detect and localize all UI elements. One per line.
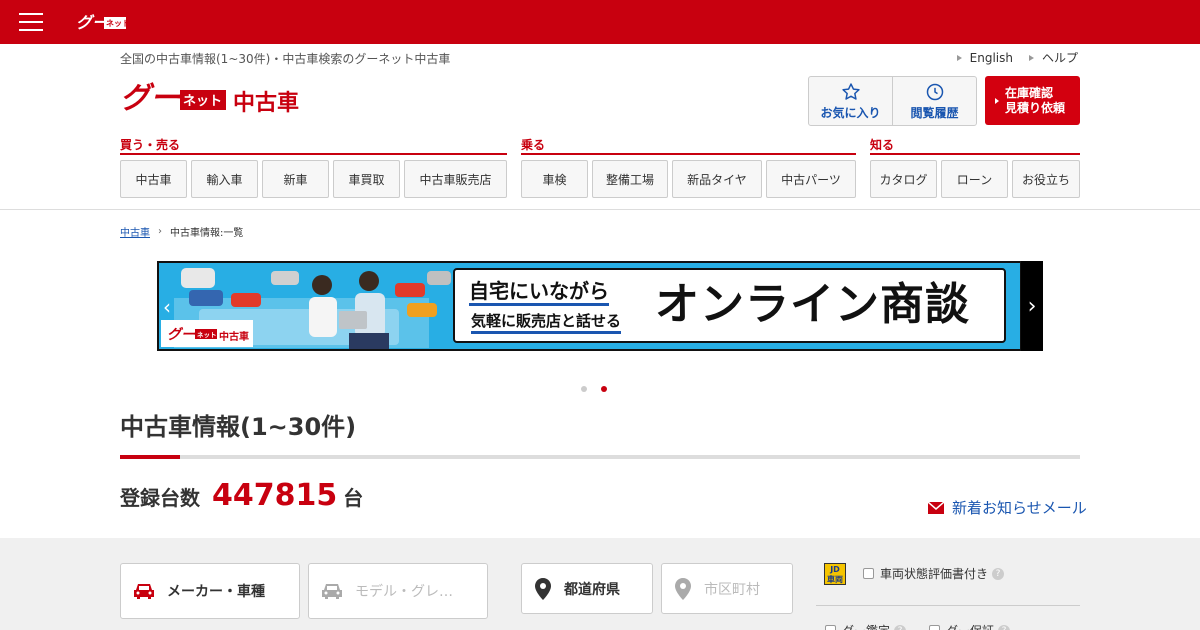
nav-group-know: 知る カタログ ローン お役立ち (870, 136, 1080, 198)
carousel-dots (581, 386, 607, 392)
help-icon[interactable]: ? (992, 567, 1005, 580)
promo-banner[interactable]: ‹ グー ネット 中古車 自宅にいながら 気軽に販売店と話せる オンライン商談 … (157, 261, 1043, 351)
nav-group-buy-sell: 買う・売る 中古車 輸入車 新車 車買取 中古車販売店 (120, 136, 507, 198)
page-title: 中古車情報(1~30件) (120, 413, 357, 441)
nav-car-buyback[interactable]: 車買取 (333, 160, 400, 198)
count-value: 447815 (212, 478, 338, 513)
banner-text-box: 自宅にいながら 気軽に販売店と話せる オンライン商談 (453, 268, 1006, 343)
goo-appraisal-checkbox[interactable] (825, 625, 836, 630)
breadcrumb: 中古車 › 中古車情報:一覧 (120, 224, 243, 239)
banner-logo-sub: 中古車 (219, 330, 249, 343)
star-icon (841, 82, 860, 100)
jd-badge-icon: JD 車両 (824, 563, 846, 585)
breadcrumb-current: 中古車情報:一覧 (170, 228, 244, 239)
nav-tires[interactable]: 新品タイヤ (672, 160, 762, 198)
breadcrumb-home[interactable]: 中古車 (120, 224, 150, 239)
site-tagline: 全国の中古車情報(1~30件)・中古車検索のグーネット中古車 (120, 52, 451, 66)
nav-garage[interactable]: 整備工場 (592, 160, 668, 198)
banner-subtitle-1: 自宅にいながら (469, 279, 609, 306)
prefecture-select[interactable]: 都道府県 (521, 563, 653, 614)
condition-report-checkbox[interactable] (863, 568, 874, 579)
nav-imported-car[interactable]: 輸入車 (191, 160, 258, 198)
filter-divider (816, 605, 1080, 606)
condition-report-filter[interactable]: 車両状態評価書付き ? (863, 565, 1005, 582)
nav-useful-info[interactable]: お役立ち (1012, 160, 1080, 198)
english-link[interactable]: English (956, 49, 1013, 66)
svg-text:グー: グー (167, 326, 196, 343)
envelope-icon (928, 501, 944, 514)
carousel-dot-2[interactable] (601, 386, 607, 392)
count-unit: 台 (343, 486, 364, 510)
count-label: 登録台数 (120, 486, 200, 510)
new-arrival-mail-link[interactable]: 新着お知らせメール (928, 497, 1087, 518)
maker-model-select[interactable]: メーカー・車種 (120, 563, 300, 619)
map-pin-icon (675, 577, 691, 600)
arrow-icon (1028, 54, 1034, 61)
help-link[interactable]: ヘルプ (1028, 49, 1078, 66)
banner-subtitle-2: 気軽に販売店と話せる (471, 312, 622, 334)
nav-group-ride: 乗る 車検 整備工場 新品タイヤ 中古パーツ (521, 136, 856, 198)
city-select[interactable]: 市区町村 (661, 563, 793, 614)
goo-appraisal-filter[interactable]: グー鑑定 ? (825, 622, 907, 630)
banner-logo: グー ネット 中古車 (161, 320, 253, 347)
car-icon (134, 584, 154, 599)
favorites-button[interactable]: お気に入り (809, 77, 892, 125)
nav-title: 知る (870, 136, 1080, 155)
menu-icon[interactable] (19, 13, 43, 31)
banner-slide[interactable]: ‹ グー ネット 中古車 自宅にいながら 気軽に販売店と話せる オンライン商談 (159, 263, 1020, 349)
nav-title: 乗る (521, 136, 856, 155)
svg-text:グー: グー (120, 81, 181, 114)
help-icon[interactable]: ? (998, 624, 1011, 630)
carousel-dot-1[interactable] (581, 386, 587, 392)
nav-used-car[interactable]: 中古車 (120, 160, 187, 198)
chevron-right-icon: › (158, 226, 162, 237)
goo-warranty-checkbox[interactable] (929, 625, 940, 630)
goo-net-used-car-logo[interactable]: グー ネット 中古車 (120, 78, 302, 114)
top-links: English ヘルプ (956, 49, 1078, 66)
registered-count: 登録台数 447815 台 (120, 478, 363, 513)
history-button[interactable]: 閲覧履歴 (892, 77, 976, 125)
logo-subtitle: 中古車 (233, 90, 299, 114)
svg-text:ネット: ネット (106, 18, 128, 28)
title-underline (120, 455, 1080, 459)
nav-inspection[interactable]: 車検 (521, 160, 588, 198)
stock-inquiry-button[interactable]: 在庫確認 見積り依頼 (985, 76, 1080, 125)
chevron-left-icon[interactable]: ‹ (163, 295, 171, 319)
header-buttons: お気に入り 閲覧履歴 (808, 76, 977, 126)
nav-used-parts[interactable]: 中古パーツ (766, 160, 856, 198)
header-divider (0, 209, 1200, 210)
model-grade-select[interactable]: モデル・グレ… (308, 563, 488, 619)
car-icon (322, 584, 342, 599)
nav-new-car[interactable]: 新車 (262, 160, 329, 198)
svg-text:ネット: ネット (183, 94, 222, 109)
svg-text:ネット: ネット (197, 331, 217, 339)
nav-loan[interactable]: ローン (941, 160, 1008, 198)
chevron-right-icon[interactable]: › (1021, 261, 1043, 351)
nav-dealers[interactable]: 中古車販売店 (404, 160, 507, 198)
nav-title: 買う・売る (120, 136, 507, 155)
top-bar: グー ネット (0, 0, 1200, 44)
goo-net-banner-logo: グー ネット 中古車 (167, 326, 249, 343)
nav-catalog[interactable]: カタログ (870, 160, 937, 198)
help-icon[interactable]: ? (894, 624, 907, 630)
arrow-icon (995, 97, 999, 104)
arrow-icon (956, 54, 962, 61)
banner-headline: オンライン商談 (655, 279, 970, 330)
map-pin-icon (535, 577, 551, 600)
goo-net-logo-small[interactable]: グー ネット (76, 12, 128, 32)
goo-warranty-filter[interactable]: グー保証 ? (929, 622, 1011, 630)
clock-icon (926, 83, 943, 100)
